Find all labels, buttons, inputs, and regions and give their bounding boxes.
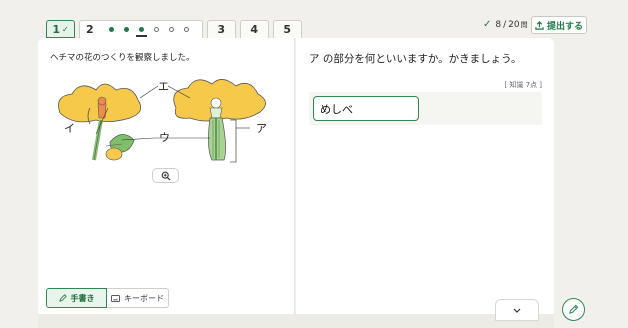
- input-mode-toggle: 手書き キーボード: [46, 288, 169, 308]
- zoom-button[interactable]: [152, 168, 179, 183]
- score-label: [ 知識 7点 ]: [504, 81, 542, 89]
- tab-question-4[interactable]: 4: [239, 20, 269, 38]
- question-text: ア の部分を何といいますか。かきましょう。: [309, 53, 522, 65]
- zoom-in-icon: [161, 171, 170, 180]
- subquestion-dot-3[interactable]: [135, 27, 147, 37]
- tab-question-5[interactable]: 5: [272, 20, 302, 38]
- label-e: エ: [158, 80, 169, 93]
- material-prompt: ヘチマの花のつくりを観察しました。: [50, 53, 195, 63]
- label-a: ア: [256, 122, 267, 135]
- subquestion-dot-1[interactable]: [108, 27, 114, 32]
- male-flower: [173, 79, 266, 163]
- material-panel: ヘチマの花のつくりを観察しました。 イ ウ エ ア 手書き キーボード: [38, 38, 295, 314]
- collapse-button[interactable]: [495, 299, 539, 321]
- flower-diagram: イ ウ エ ア: [58, 79, 267, 163]
- subquestion-dot-6[interactable]: [183, 27, 189, 32]
- keyboard-mode-button[interactable]: キーボード: [107, 288, 169, 308]
- tab-question-1[interactable]: 1 ✓: [46, 20, 75, 38]
- answered-count: ✓ 8 / 20 問: [483, 19, 528, 30]
- check-icon: ✓: [483, 19, 492, 30]
- label-i: イ: [64, 122, 75, 135]
- bottom-strip: [38, 314, 554, 328]
- tab-number: 1: [52, 22, 60, 36]
- upload-icon: [535, 20, 544, 30]
- pencil-icon: [58, 294, 67, 302]
- submit-button[interactable]: 提出する: [531, 16, 587, 34]
- subquestion-dot-2[interactable]: [123, 27, 129, 32]
- label-u: ウ: [159, 131, 170, 144]
- answer-input[interactable]: めしべ: [313, 96, 419, 121]
- check-icon: ✓: [61, 24, 69, 34]
- keyboard-icon: [111, 294, 120, 302]
- pencil-icon: [569, 304, 579, 314]
- tab-number: 2: [86, 23, 94, 36]
- tab-question-2[interactable]: 2: [79, 20, 203, 38]
- question-panel: ア の部分を何といいますか。かきましょう。 [ 知識 7点 ] めしべ: [296, 38, 554, 314]
- chevron-down-icon: [513, 308, 521, 313]
- question-tabs: 1 ✓ 2 3 4 5: [46, 19, 306, 38]
- tab-question-3[interactable]: 3: [206, 20, 236, 38]
- answer-area: めしべ: [309, 92, 542, 125]
- handwriting-mode-button[interactable]: 手書き: [46, 288, 107, 308]
- subquestion-dot-4[interactable]: [153, 27, 159, 32]
- pen-tool-button[interactable]: [562, 298, 585, 321]
- subquestion-dot-5[interactable]: [168, 27, 174, 32]
